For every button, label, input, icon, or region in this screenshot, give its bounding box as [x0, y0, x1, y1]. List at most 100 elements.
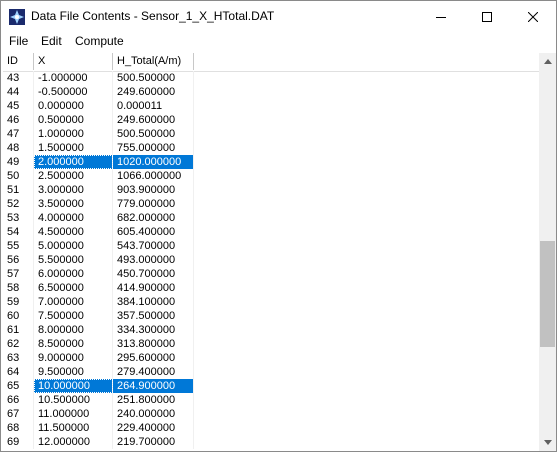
table-row[interactable]: 43 -1.000000 500.500000 — [3, 71, 539, 85]
cell-x[interactable]: 7.000000 — [34, 295, 113, 309]
cell-h-total[interactable]: 249.600000 — [113, 85, 194, 99]
cell-h-total[interactable]: 779.000000 — [113, 197, 194, 211]
cell-id[interactable]: 67 — [3, 407, 34, 421]
cell-x[interactable]: -1.000000 — [34, 71, 113, 85]
cell-x[interactable]: 6.000000 — [34, 267, 113, 281]
cell-x[interactable]: 2.500000 — [34, 169, 113, 183]
cell-h-total[interactable]: 357.500000 — [113, 309, 194, 323]
cell-x[interactable]: 5.500000 — [34, 253, 113, 267]
cell-h-total[interactable]: 264.900000 — [113, 379, 194, 393]
cell-h-total[interactable]: 414.900000 — [113, 281, 194, 295]
cell-id[interactable]: 49 — [3, 155, 34, 169]
menu-compute[interactable]: Compute — [75, 34, 124, 48]
cell-h-total[interactable]: 605.400000 — [113, 225, 194, 239]
cell-id[interactable]: 64 — [3, 365, 34, 379]
cell-h-total[interactable]: 219.700000 — [113, 435, 194, 449]
cell-h-total[interactable]: 251.800000 — [113, 393, 194, 407]
cell-id[interactable]: 57 — [3, 267, 34, 281]
table-row[interactable]: 57 6.000000 450.700000 — [3, 267, 539, 281]
column-header-id[interactable]: ID — [3, 53, 34, 70]
cell-id[interactable]: 50 — [3, 169, 34, 183]
scroll-down-button[interactable] — [539, 434, 556, 451]
cell-x[interactable]: 2.000000 — [34, 155, 113, 169]
table-row[interactable]: 44 -0.500000 249.600000 — [3, 85, 539, 99]
table-row[interactable]: 60 7.500000 357.500000 — [3, 309, 539, 323]
cell-id[interactable]: 52 — [3, 197, 34, 211]
cell-x[interactable]: 3.000000 — [34, 183, 113, 197]
cell-x[interactable]: 5.000000 — [34, 239, 113, 253]
vertical-scrollbar[interactable] — [539, 53, 556, 451]
table-row[interactable]: 45 0.000000 0.000011 — [3, 99, 539, 113]
minimize-button[interactable] — [418, 1, 464, 32]
cell-id[interactable]: 59 — [3, 295, 34, 309]
table-row[interactable]: 65 10.000000 264.900000 — [3, 379, 539, 393]
cell-id[interactable]: 58 — [3, 281, 34, 295]
cell-x[interactable]: 12.000000 — [34, 435, 113, 449]
cell-x[interactable]: 7.500000 — [34, 309, 113, 323]
cell-id[interactable]: 44 — [3, 85, 34, 99]
cell-h-total[interactable]: 903.900000 — [113, 183, 194, 197]
title-bar[interactable]: Data File Contents - Sensor_1_X_HTotal.D… — [1, 1, 556, 32]
table-row[interactable]: 47 1.000000 500.500000 — [3, 127, 539, 141]
cell-id[interactable]: 62 — [3, 337, 34, 351]
cell-h-total[interactable]: 450.700000 — [113, 267, 194, 281]
cell-id[interactable]: 66 — [3, 393, 34, 407]
cell-h-total[interactable]: 313.800000 — [113, 337, 194, 351]
table-row[interactable]: 48 1.500000 755.000000 — [3, 141, 539, 155]
table-row[interactable]: 51 3.000000 903.900000 — [3, 183, 539, 197]
cell-x[interactable]: 0.000000 — [34, 99, 113, 113]
cell-x[interactable]: 9.500000 — [34, 365, 113, 379]
table-row[interactable]: 69 12.000000 219.700000 — [3, 435, 539, 449]
cell-id[interactable]: 65 — [3, 379, 34, 393]
cell-id[interactable]: 54 — [3, 225, 34, 239]
cell-x[interactable]: -0.500000 — [34, 85, 113, 99]
cell-h-total[interactable]: 1020.000000 — [113, 155, 194, 169]
table-row[interactable]: 53 4.000000 682.000000 — [3, 211, 539, 225]
cell-h-total[interactable]: 384.100000 — [113, 295, 194, 309]
cell-id[interactable]: 53 — [3, 211, 34, 225]
scroll-up-button[interactable] — [539, 53, 556, 70]
cell-x[interactable]: 10.000000 — [34, 379, 113, 393]
table-row[interactable]: 55 5.000000 543.700000 — [3, 239, 539, 253]
cell-x[interactable]: 6.500000 — [34, 281, 113, 295]
table-row[interactable]: 54 4.500000 605.400000 — [3, 225, 539, 239]
table-row[interactable]: 59 7.000000 384.100000 — [3, 295, 539, 309]
table-row[interactable]: 62 8.500000 313.800000 — [3, 337, 539, 351]
cell-id[interactable]: 47 — [3, 127, 34, 141]
cell-id[interactable]: 68 — [3, 421, 34, 435]
table-row[interactable]: 63 9.000000 295.600000 — [3, 351, 539, 365]
cell-h-total[interactable]: 755.000000 — [113, 141, 194, 155]
table-row[interactable]: 67 11.000000 240.000000 — [3, 407, 539, 421]
table-row[interactable]: 46 0.500000 249.600000 — [3, 113, 539, 127]
table-row[interactable]: 64 9.500000 279.400000 — [3, 365, 539, 379]
cell-x[interactable]: 10.500000 — [34, 393, 113, 407]
cell-id[interactable]: 60 — [3, 309, 34, 323]
table-row[interactable]: 50 2.500000 1066.000000 — [3, 169, 539, 183]
cell-x[interactable]: 1.000000 — [34, 127, 113, 141]
cell-id[interactable]: 51 — [3, 183, 34, 197]
table-row[interactable]: 58 6.500000 414.900000 — [3, 281, 539, 295]
column-header-h-total[interactable]: H_Total(A/m) — [113, 53, 194, 70]
cell-id[interactable]: 56 — [3, 253, 34, 267]
cell-id[interactable]: 61 — [3, 323, 34, 337]
cell-x[interactable]: 3.500000 — [34, 197, 113, 211]
cell-x[interactable]: 8.500000 — [34, 337, 113, 351]
cell-h-total[interactable]: 229.400000 — [113, 421, 194, 435]
close-button[interactable] — [510, 1, 556, 32]
cell-h-total[interactable]: 543.700000 — [113, 239, 194, 253]
cell-h-total[interactable]: 279.400000 — [113, 365, 194, 379]
cell-x[interactable]: 4.000000 — [34, 211, 113, 225]
cell-h-total[interactable]: 682.000000 — [113, 211, 194, 225]
cell-h-total[interactable]: 500.500000 — [113, 127, 194, 141]
cell-h-total[interactable]: 500.500000 — [113, 71, 194, 85]
data-grid[interactable]: ID X H_Total(A/m) 43 -1.000000 500.500000 4… — [3, 53, 539, 451]
cell-x[interactable]: 0.500000 — [34, 113, 113, 127]
cell-h-total[interactable]: 0.000011 — [113, 99, 194, 113]
cell-x[interactable]: 11.500000 — [34, 421, 113, 435]
scroll-thumb[interactable] — [540, 241, 555, 347]
cell-h-total[interactable]: 295.600000 — [113, 351, 194, 365]
maximize-button[interactable] — [464, 1, 510, 32]
cell-h-total[interactable]: 493.000000 — [113, 253, 194, 267]
cell-h-total[interactable]: 334.300000 — [113, 323, 194, 337]
cell-id[interactable]: 55 — [3, 239, 34, 253]
